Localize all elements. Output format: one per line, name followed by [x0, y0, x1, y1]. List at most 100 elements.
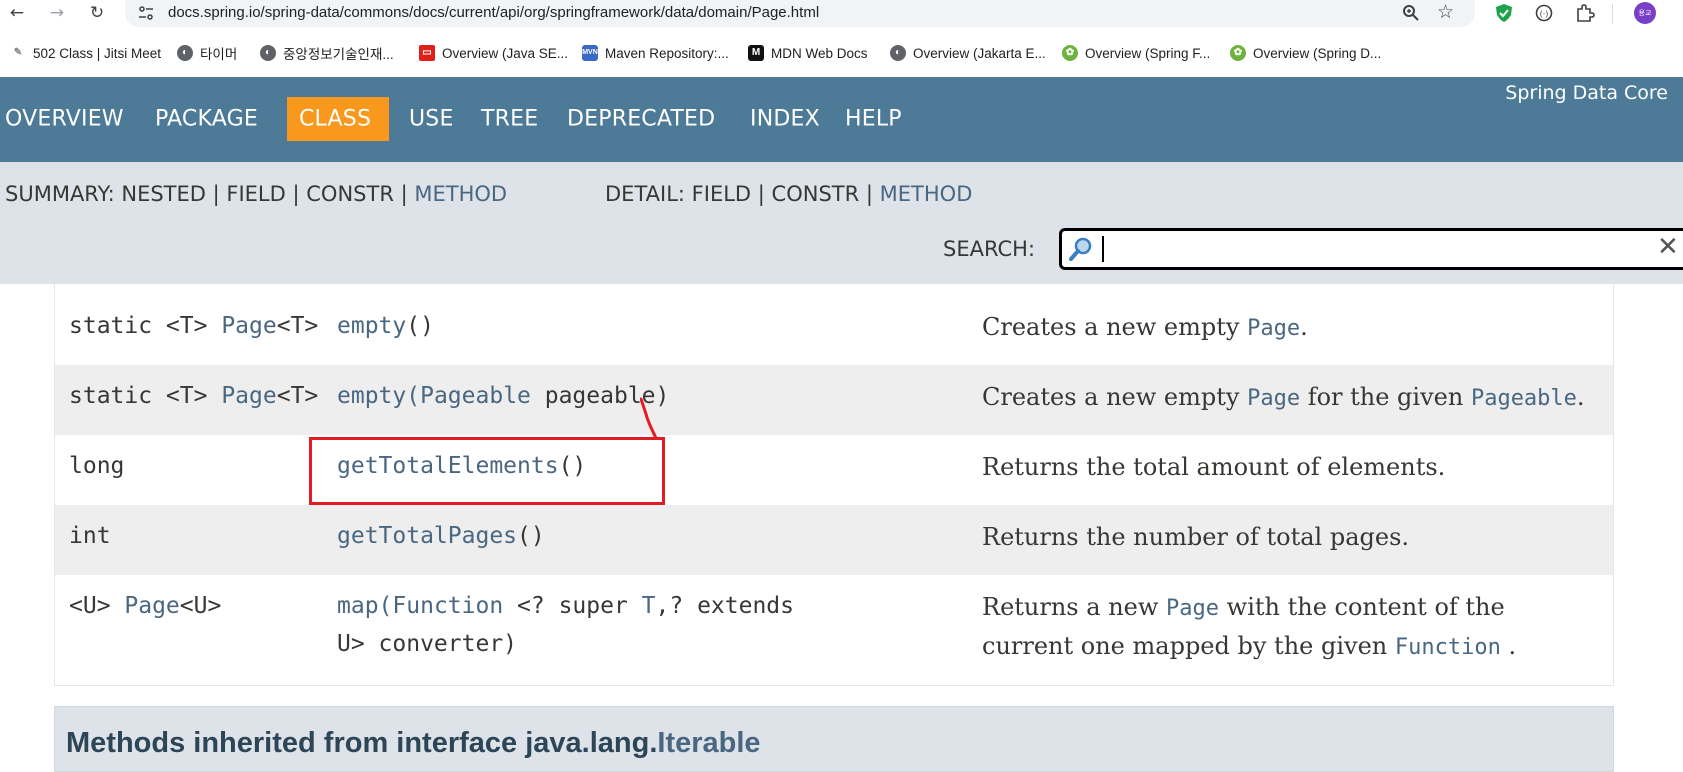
type-link[interactable]: Page — [124, 593, 179, 619]
bookmark-jakarta[interactable]: ◐ Overview (Jakarta E... — [890, 44, 1046, 62]
spring-icon: ✿ — [1230, 45, 1246, 61]
desc-text: . — [1576, 383, 1585, 411]
bookmark-jungang[interactable]: ◐ 중앙정보기술인재... — [260, 44, 394, 62]
param-type-link[interactable]: T — [642, 593, 656, 619]
search-input[interactable] — [1098, 235, 1678, 263]
separator: | — [757, 182, 765, 206]
bookmark-label: Maven Repository:... — [605, 45, 729, 61]
method-link-map[interactable]: map — [337, 593, 379, 619]
address-bar[interactable]: docs.spring.io/spring-data/commons/docs/… — [125, 0, 1475, 27]
modifier-text: <U> — [69, 593, 125, 619]
desc-link[interactable]: Pageable — [1471, 386, 1577, 411]
table-row: static <T> Page<T> empty(Pageable pageab… — [55, 365, 1613, 435]
profile-avatar[interactable]: 용교 — [1634, 2, 1656, 24]
separator: | — [292, 182, 300, 206]
nav-overview[interactable]: OVERVIEW — [5, 107, 124, 132]
summary-method-link[interactable]: METHOD — [414, 182, 507, 206]
nav-help[interactable]: HELP — [845, 107, 902, 132]
reload-icon[interactable]: ↻ — [86, 2, 108, 24]
desc-link[interactable]: Page — [1247, 386, 1300, 411]
desc-link[interactable]: Page — [1166, 596, 1219, 621]
bookmark-timer[interactable]: ◐ 타이머 — [177, 44, 237, 62]
method-modifier: static <T> Page<T> — [69, 383, 318, 409]
javadoc-top-nav: OVERVIEW PACKAGE CLASS USE TREE DEPRECAT… — [0, 77, 1683, 162]
desc-link[interactable]: Function — [1395, 635, 1501, 660]
zoom-icon[interactable] — [1402, 4, 1420, 22]
url-text[interactable]: docs.spring.io/spring-data/commons/docs/… — [168, 4, 819, 21]
method-description: Returns a new Page with the content of t… — [982, 593, 1505, 621]
type-link[interactable]: Page — [221, 383, 276, 409]
extensions-puzzle-icon[interactable] — [1575, 3, 1595, 23]
extension-icon[interactable]: (·) — [1535, 4, 1553, 22]
method-link-empty-pageable[interactable]: empty — [337, 383, 406, 409]
maven-icon: MVN — [582, 45, 598, 61]
modifier-text: static <T> — [69, 313, 222, 339]
nav-package[interactable]: PACKAGE — [155, 107, 258, 132]
desc-text: . — [1300, 313, 1308, 341]
site-info-icon[interactable] — [138, 5, 154, 21]
modifier-text: <T> — [276, 313, 319, 339]
modifier-text: static <T> — [69, 383, 222, 409]
method-link-get-total-pages[interactable]: getTotalPages — [337, 523, 517, 549]
globe-icon: ◐ — [177, 45, 193, 61]
clear-search-icon[interactable]: ✕ — [1657, 232, 1679, 262]
bookmark-jitsi[interactable]: ✎ 502 Class | Jitsi Meet — [10, 44, 161, 62]
nav-index[interactable]: INDEX — [750, 107, 820, 132]
iterable-link[interactable]: Iterable — [657, 727, 760, 759]
nav-class[interactable]: CLASS — [299, 107, 371, 132]
type-link[interactable]: Page — [221, 313, 276, 339]
globe-icon: ◐ — [890, 45, 906, 61]
desc-text: Creates a new empty — [982, 383, 1248, 411]
toolbar-divider — [1612, 4, 1613, 24]
summary-links: SUMMARY: NESTED | FIELD | CONSTR | METHO… — [5, 182, 507, 206]
table-row: int getTotalPages() Returns the number o… — [55, 505, 1613, 575]
modifier-text: <T> — [276, 383, 319, 409]
mdn-icon: M — [748, 45, 764, 61]
method-link-empty[interactable]: empty — [337, 313, 406, 339]
back-arrow-icon[interactable]: ← — [6, 2, 28, 24]
bookmark-mdn[interactable]: M MDN Web Docs — [748, 44, 868, 62]
search-icon — [1069, 237, 1092, 261]
bookmark-java-se[interactable]: ▭ Overview (Java SE... — [419, 44, 568, 62]
method-modifier: long — [69, 453, 125, 479]
bookmarks-bar: ✎ 502 Class | Jitsi Meet ◐ 타이머 ◐ 중앙정보기술인… — [0, 38, 1683, 68]
method-signature: empty() — [337, 313, 434, 339]
param-type-link[interactable]: Pageable — [420, 383, 531, 409]
inherited-methods-section: Methods inherited from interface java.la… — [54, 706, 1614, 772]
bookmark-star-icon[interactable]: ☆ — [1437, 1, 1454, 23]
bookmark-maven[interactable]: MVN Maven Repository:... — [582, 44, 729, 62]
red-highlight-box — [309, 437, 665, 505]
method-params: ( — [406, 383, 421, 409]
forward-arrow-icon[interactable]: → — [46, 2, 68, 24]
search-box[interactable] — [1059, 228, 1683, 270]
separator: | — [400, 182, 408, 206]
nav-deprecated[interactable]: DEPRECATED — [567, 107, 715, 132]
nav-tree[interactable]: TREE — [481, 107, 538, 132]
desc-link[interactable]: Page — [1247, 316, 1300, 341]
method-signature: empty(Pageable pageable) — [337, 383, 669, 409]
detail-field: FIELD — [691, 182, 752, 206]
nav-use[interactable]: USE — [409, 107, 454, 132]
bookmark-spring-d[interactable]: ✿ Overview (Spring D... — [1230, 44, 1381, 62]
bookmark-label: Overview (Spring F... — [1085, 45, 1211, 61]
red-pen-mark — [640, 397, 658, 440]
shield-extension-icon[interactable] — [1494, 3, 1514, 23]
method-description: Returns the total amount of elements. — [982, 453, 1446, 481]
bookmark-label: 중앙정보기술인재... — [283, 47, 394, 62]
desc-text: current one mapped by the given — [982, 632, 1395, 660]
oracle-icon: ▭ — [419, 45, 435, 61]
desc-text: for the given — [1300, 383, 1471, 411]
heading-text: Methods inherited from interface java.la… — [66, 727, 658, 759]
param-text: <? super — [503, 593, 642, 619]
search-label: SEARCH: — [943, 237, 1036, 261]
desc-text: Returns a new — [982, 593, 1167, 621]
bookmark-label: MDN Web Docs — [771, 45, 868, 61]
param-type-link[interactable]: Function — [392, 593, 503, 619]
param-text: ,? extends — [655, 593, 795, 619]
method-params: () — [406, 313, 434, 339]
detail-links: DETAIL: FIELD | CONSTR | METHOD — [605, 182, 972, 206]
detail-method-link[interactable]: METHOD — [880, 182, 973, 206]
bookmark-label: Overview (Jakarta E... — [913, 45, 1046, 61]
bookmark-spring-f[interactable]: ✿ Overview (Spring F... — [1062, 44, 1210, 62]
spring-icon: ✿ — [1062, 45, 1078, 61]
